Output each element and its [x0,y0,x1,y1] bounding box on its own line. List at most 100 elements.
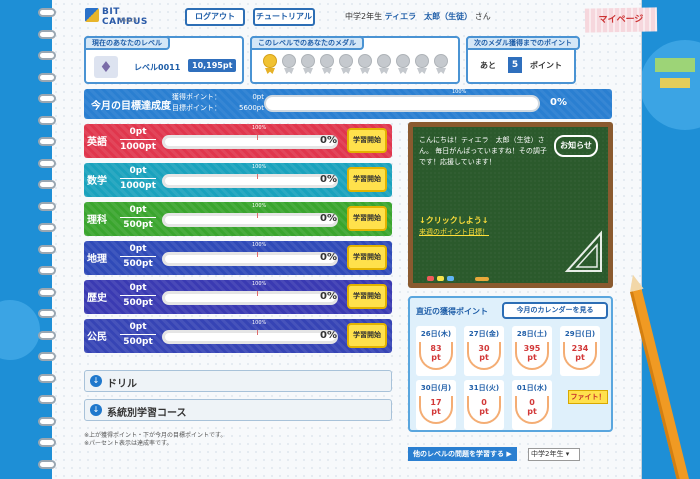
laurel-icon [515,342,549,370]
course-accordion[interactable]: ↓ 系統別学習コース [84,399,392,421]
notebook-ring [38,115,56,125]
subject-earned: 0pt [120,204,156,218]
laurel-icon [563,342,597,370]
notebook-ring [38,438,56,447]
level-text: レベル0011 [134,63,181,72]
goal-percent: 0% [550,97,567,108]
subject-target: 1000pt [120,181,156,191]
notebook-ring [38,223,56,232]
target-tick [257,330,258,335]
medal-card-label: このレベルでのあなたのメダル [250,36,364,50]
subject-row: 地理 0pt 500pt 100% 0% 学習開始 [84,241,392,275]
subject-name: 英語 [87,137,107,148]
drill-accordion[interactable]: ↓ ドリル [84,370,392,392]
day-date: 26日(木) [420,330,452,338]
subject-progress-bar [162,174,338,188]
notebook-ring [38,330,56,340]
recent-title: 直近の獲得ポイント [416,307,488,316]
notebook-ring [38,51,56,60]
start-study-button[interactable]: 学習開始 [347,167,387,192]
earned-value: 0pt [252,93,264,101]
mypage-button[interactable]: マイページ [584,7,658,33]
subject-row: 歴史 0pt 500pt 100% 0% 学習開始 [84,280,392,314]
empty-medal-icon [281,54,297,74]
target-tick [257,291,258,296]
day-date: 30日(月) [420,384,452,392]
goal-points: 獲得ポイント： 0pt 目標ポイント： 5600pt [172,92,264,114]
start-study-button[interactable]: 学習開始 [347,128,387,153]
notebook-ring [38,94,56,103]
subject-percent: 0% [320,291,337,302]
notebook-ring [38,309,56,318]
sticky-note [655,58,695,72]
empty-medal-icon [338,54,354,74]
notebook-ring [38,180,56,189]
start-study-button[interactable]: 学習開始 [347,245,387,270]
subject-target: 500pt [123,298,153,308]
subject-points: 0pt 1000pt [120,165,156,193]
notebook-rings [38,8,56,478]
next-prefix: あと [480,61,496,70]
subject-percent: 0% [320,213,337,224]
chevron-down-icon: ↓ [90,404,102,416]
day-card: 26日(木) 83 pt [416,326,456,376]
start-study-button[interactable]: 学習開始 [347,284,387,309]
subject-earned: 0pt [120,282,156,296]
day-card: 30日(月) 17 pt [416,380,456,430]
start-study-button[interactable]: 学習開始 [347,206,387,231]
day-date: 01日(水) [516,384,548,392]
day-date: 31日(火) [468,384,500,392]
subject-percent: 0% [320,252,337,263]
start-study-button[interactable]: 学習開始 [347,323,387,348]
day-date: 27日(金) [468,330,500,338]
subject-earned: 0pt [120,165,156,179]
subject-name: 歴史 [87,293,107,304]
medal-card: このレベルでのあなたのメダル [250,36,460,84]
day-card: 28日(土) 395 pt [512,326,552,376]
subject-percent: 0% [320,135,337,146]
notebook-ring [38,416,56,426]
subject-marker: 100% [252,164,267,170]
subject-target: 500pt [123,220,153,230]
next-medal-card: 次のメダル獲得までのポイント あと 5 ポイント [466,36,580,84]
level-card: 現在のあなたのレベル ♦ レベル0011 10,195pt [84,36,244,84]
empty-medal-icon [357,54,373,74]
user-info: 中学2年生 ティエラ 太郎（生徒） さん [345,11,491,22]
laurel-icon [515,396,549,424]
notebook-ring [38,137,56,146]
earned-label: 獲得ポイント： [172,93,221,101]
calendar-button[interactable]: 今月のカレンダーを見る [502,302,608,319]
level-card-label: 現在のあなたのレベル [84,36,170,50]
chalk-icon [447,276,454,281]
day-card: 27日(金) 30 pt [464,326,504,376]
subject-percent: 0% [320,174,337,185]
fight-sign: ファイト！ [568,390,608,404]
next-week-goal-link[interactable]: 来週のポイント目標！ [419,227,489,237]
subject-points: 0pt 1000pt [120,126,156,154]
notice-button[interactable]: お知らせ [554,135,598,157]
subject-points: 0pt 500pt [120,243,156,271]
empty-medal-icon [300,54,316,74]
empty-medal-icon [376,54,392,74]
logout-button[interactable]: ログアウト [185,8,245,26]
next-medal-label: 次のメダル獲得までのポイント [466,36,580,50]
monthly-goal-bar: 今月の目標達成度 獲得ポイント： 0pt 目標ポイント： 5600pt 100% 0… [84,89,612,119]
subject-marker: 100% [252,281,267,287]
logo-icon [85,8,99,22]
other-level-button[interactable]: 他のレベルの問題を学習する ▶ [408,447,517,461]
level-points: 10,195pt [188,59,237,72]
subject-progress-bar [162,330,338,344]
grade-select[interactable]: 中学2年生 ▾ [528,448,580,461]
subject-points: 0pt 500pt [120,321,156,349]
subject-earned: 0pt [120,243,156,257]
chalk-icon [427,276,434,281]
target-tick [257,213,258,218]
greeting-message: こんにちは！ティエラ 太郎（生徒）さん。 毎日がんばっていますね！その調子です！… [419,136,547,166]
logo[interactable]: BIT CAMPUS touch [85,7,165,28]
subject-points: 0pt 500pt [120,282,156,310]
tutorial-button[interactable]: チュートリアル [253,8,315,26]
subject-target: 1000pt [120,142,156,152]
subject-target: 500pt [123,259,153,269]
notebook-ring [38,395,56,404]
background-decoration [0,300,40,360]
